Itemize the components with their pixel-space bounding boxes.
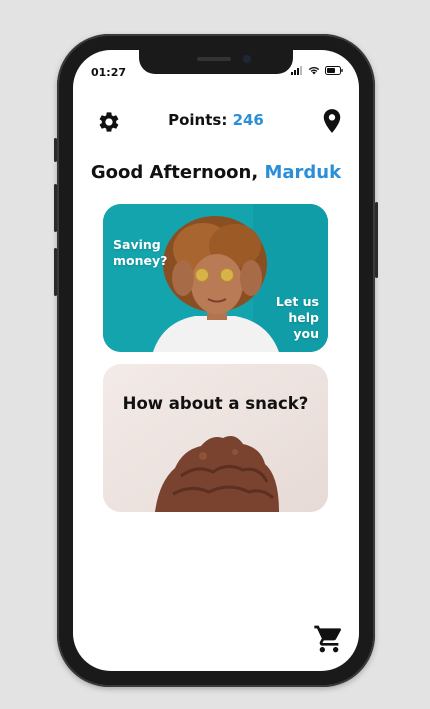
let-us-help-text: Let us help you: [275, 294, 319, 341]
cart-button[interactable]: [313, 623, 345, 659]
volume-down-button: [54, 248, 57, 296]
map-pin-icon: [323, 109, 341, 133]
saving-money-text: Saving money?: [113, 237, 168, 268]
greeting-text: Good Afternoon,: [90, 162, 259, 183]
notch: [139, 50, 293, 74]
speaker: [197, 57, 231, 61]
front-camera: [243, 55, 251, 63]
status-icons: [291, 66, 343, 75]
shopping-cart-icon: [314, 625, 342, 653]
snack-card-title: How about a snack?: [122, 394, 309, 413]
power-button: [375, 202, 378, 278]
volume-up-button: [54, 184, 57, 232]
signal-icon: [291, 66, 302, 75]
points-display: Points: 246: [73, 111, 359, 129]
status-time: 01:27: [91, 66, 127, 79]
chocolate-ice-cream-photo: [103, 364, 328, 512]
saving-money-card[interactable]: Saving money? Let us help you: [103, 204, 328, 352]
battery-icon: [325, 66, 343, 75]
greeting: Good Afternoon, Marduk: [73, 162, 359, 183]
wifi-icon: [308, 66, 320, 75]
app-screen: 01:27 Points: 246 Good Afternoon, Marduk…: [73, 50, 359, 671]
phone-frame: 01:27 Points: 246 Good Afternoon, Marduk…: [54, 34, 378, 687]
mute-switch: [54, 138, 57, 162]
points-label: Points:: [168, 111, 228, 129]
points-value: 246: [232, 111, 264, 129]
location-button[interactable]: [321, 108, 343, 138]
user-name: Marduk: [264, 162, 342, 183]
snack-card[interactable]: How about a snack?: [103, 364, 328, 512]
